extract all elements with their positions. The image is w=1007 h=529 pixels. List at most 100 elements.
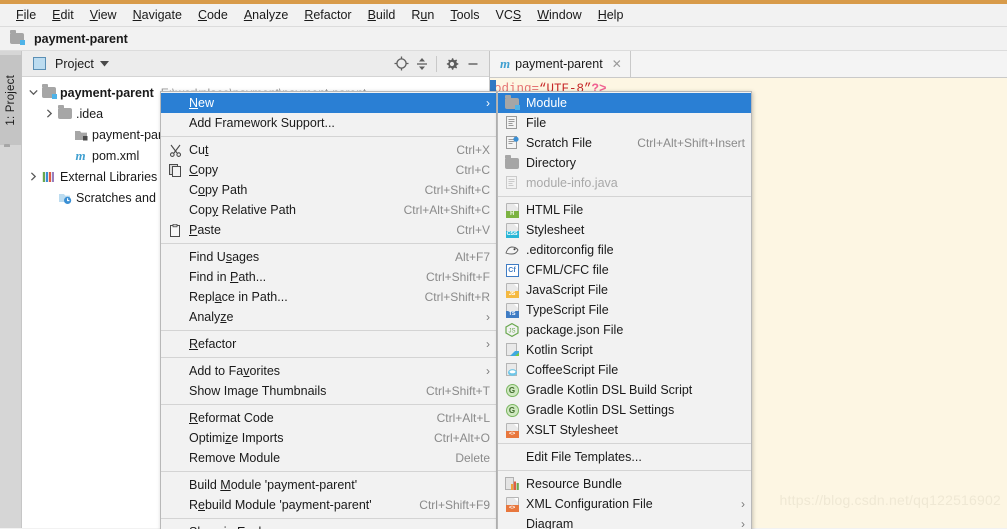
menu-item-find-in-path[interactable]: Find in Path... Ctrl+Shift+F (161, 267, 496, 287)
menubar-item-window[interactable]: Window (529, 6, 589, 24)
menubar-item-refactor[interactable]: Refactor (296, 6, 359, 24)
menubar-item-view[interactable]: View (82, 6, 125, 24)
menu-separator (161, 330, 496, 331)
menu-item-rebuild-module-payment-parent[interactable]: Rebuild Module 'payment-parent' Ctrl+Shif… (161, 495, 496, 515)
submenu-item-file[interactable]: File (498, 113, 751, 133)
menu-item-optimize-imports[interactable]: Optimize Imports Ctrl+Alt+O (161, 428, 496, 448)
tool-tab-project[interactable]: 1: Project (0, 55, 22, 145)
menubar-item-help[interactable]: Help (590, 6, 632, 24)
context-menu[interactable]: New › Add Framework Support... Cut Ctrl+X Cop… (160, 91, 497, 529)
submenu-item-html-file[interactable]: H HTML File (498, 200, 751, 220)
maven-icon: m (500, 56, 511, 71)
menu-item-cut[interactable]: Cut Ctrl+X (161, 140, 496, 160)
submenu-item-gradle-kotlin-dsl-settings[interactable]: G Gradle Kotlin DSL Settings (498, 400, 751, 420)
submenu-item-xml-configuration-file[interactable]: <> XML Configuration File › (498, 494, 751, 514)
html-file-icon: H (502, 202, 522, 218)
menu-item-label: Copy Relative Path (189, 203, 297, 217)
cut-icon (165, 142, 185, 158)
blank-icon (165, 269, 185, 285)
menubar-item-tools[interactable]: Tools (442, 6, 487, 24)
blank-icon (165, 249, 185, 265)
submenu-item-coffeescript-file[interactable]: CoffeeScript File (498, 360, 751, 380)
submenu-item-cfml-cfc-file[interactable]: Cf CFML/CFC file (498, 260, 751, 280)
menu-item-label: XML Configuration File (526, 497, 653, 511)
menu-item-show-in-explorer[interactable]: Show in Explorer (161, 522, 496, 529)
menu-item-shortcut: Delete (455, 451, 490, 465)
chevron-right-icon[interactable] (26, 170, 40, 184)
scroll-from-source-icon[interactable] (391, 54, 411, 74)
libraries-icon (40, 169, 57, 185)
menu-separator (161, 136, 496, 137)
chevron-right-icon[interactable] (42, 107, 56, 121)
css-file-icon: CSS (502, 222, 522, 238)
blank-icon (165, 95, 185, 111)
submenu-item-kotlin-script[interactable]: Kotlin Script (498, 340, 751, 360)
menubar-item-analyze[interactable]: Analyze (236, 6, 296, 24)
menu-item-analyze[interactable]: Analyze › (161, 307, 496, 327)
chevron-down-icon[interactable] (26, 86, 40, 100)
menubar-item-file[interactable]: File (8, 6, 44, 24)
tabbar-empty (630, 51, 1007, 77)
submenu-item-scratch-file[interactable]: Scratch File Ctrl+Alt+Shift+Insert (498, 133, 751, 153)
xslt-file-icon: <> (502, 422, 522, 438)
menu-item-label: JavaScript File (526, 283, 608, 297)
menubar-item-code[interactable]: Code (190, 6, 236, 24)
submenu-item-diagram[interactable]: Diagram › (498, 514, 751, 529)
menu-item-add-to-favorites[interactable]: Add to Favorites › (161, 361, 496, 381)
javascript-file-icon: JS (502, 282, 522, 298)
submenu-item-module[interactable]: Module (498, 93, 751, 113)
submenu-item-javascript-file[interactable]: JS JavaScript File (498, 280, 751, 300)
menu-item-label: Remove Module (189, 451, 281, 465)
menu-item-copy[interactable]: Copy Ctrl+C (161, 160, 496, 180)
collapse-all-icon[interactable] (412, 54, 432, 74)
submenu-item-editorconfig-file[interactable]: .editorconfig file (498, 240, 751, 260)
menu-item-remove-module[interactable]: Remove Module Delete (161, 448, 496, 468)
menu-item-find-usages[interactable]: Find Usages Alt+F7 (161, 247, 496, 267)
blank-icon (502, 516, 522, 529)
submenu-item-stylesheet[interactable]: CSS Stylesheet (498, 220, 751, 240)
menu-item-label: Build Module 'payment-parent' (189, 478, 358, 492)
watermark-text: https://blog.csdn.net/qq122516902 (779, 492, 1001, 508)
submenu-item-edit-file-templates[interactable]: Edit File Templates... (498, 447, 751, 467)
menu-item-add-framework-support[interactable]: Add Framework Support... (161, 113, 496, 133)
submenu-item-resource-bundle[interactable]: Resource Bundle (498, 474, 751, 494)
chevron-down-icon[interactable] (95, 54, 115, 74)
blank-icon (165, 309, 185, 325)
menubar-item-navigate[interactable]: Navigate (125, 6, 190, 24)
menu-item-replace-in-path[interactable]: Replace in Path... Ctrl+Shift+R (161, 287, 496, 307)
menu-item-label: Resource Bundle (526, 477, 622, 491)
gear-icon[interactable] (442, 54, 462, 74)
menubar-item-edit[interactable]: Edit (44, 6, 82, 24)
menubar-item-vcs[interactable]: VCS (488, 6, 530, 24)
resource-bundle-icon (502, 476, 522, 492)
menubar-item-build[interactable]: Build (360, 6, 404, 24)
submenu-item-directory[interactable]: Directory (498, 153, 751, 173)
editor-tab-payment-parent[interactable]: m payment-parent ✕ (490, 51, 631, 77)
menubar-item-run[interactable]: Run (403, 6, 442, 24)
submenu-item-xslt-stylesheet[interactable]: <> XSLT Stylesheet (498, 420, 751, 440)
menu-item-paste[interactable]: Paste Ctrl+V (161, 220, 496, 240)
menu-item-copy-path[interactable]: Copy Path Ctrl+Shift+C (161, 180, 496, 200)
close-icon[interactable]: ✕ (612, 57, 622, 71)
submenu-item-typescript-file[interactable]: TS TypeScript File (498, 300, 751, 320)
tree-node-label: .idea (76, 106, 104, 121)
blank-icon (165, 524, 185, 529)
menu-separator (498, 470, 751, 471)
new-submenu[interactable]: Module File Scratch File Ctrl+Alt+Shift+Ins… (497, 91, 752, 529)
menu-item-label: Add to Favorites (189, 364, 281, 378)
menu-item-label: Cut (189, 143, 209, 157)
submenu-item-gradle-kotlin-dsl-build-script[interactable]: G Gradle Kotlin DSL Build Script (498, 380, 751, 400)
minimize-icon[interactable] (463, 54, 483, 74)
menu-item-copy-relative-path[interactable]: Copy Relative Path Ctrl+Alt+Shift+C (161, 200, 496, 220)
menu-item-label: Rebuild Module 'payment-parent' (189, 498, 372, 512)
menu-item-refactor[interactable]: Refactor › (161, 334, 496, 354)
menu-item-shortcut: Ctrl+Shift+F9 (419, 498, 490, 512)
menu-item-new[interactable]: New › (161, 93, 496, 113)
kotlin-script-icon (502, 342, 522, 358)
menu-item-build-module-payment-parent[interactable]: Build Module 'payment-parent' (161, 475, 496, 495)
submenu-item-package-json-file[interactable]: JS package.json File (498, 320, 751, 340)
page-title: payment-parent (34, 31, 128, 46)
menu-item-reformat-code[interactable]: Reformat Code Ctrl+Alt+L (161, 408, 496, 428)
menu-item-show-image-thumbnails[interactable]: Show Image Thumbnails Ctrl+Shift+T (161, 381, 496, 401)
